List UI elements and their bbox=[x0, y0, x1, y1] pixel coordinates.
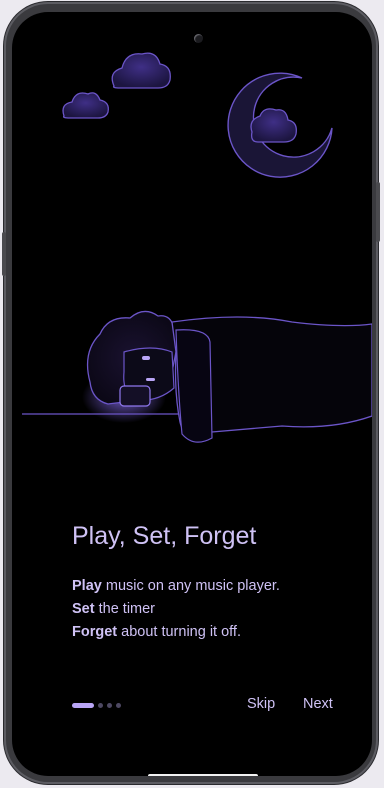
page-dot bbox=[107, 703, 112, 708]
skip-button[interactable]: Skip bbox=[247, 696, 275, 712]
onboarding-illustration bbox=[22, 52, 372, 443]
app-screen: Play, Set, Forget Play music on any musi… bbox=[12, 12, 372, 776]
description-line: Forget about turning it off. bbox=[72, 621, 280, 644]
page-title: Play, Set, Forget bbox=[72, 522, 257, 550]
description-line: Set the timer bbox=[72, 598, 280, 621]
description-text: music on any music player. bbox=[101, 578, 280, 594]
home-indicator[interactable] bbox=[148, 774, 258, 776]
page-dot bbox=[116, 703, 121, 708]
description-text: the timer bbox=[94, 601, 156, 617]
moon-icon bbox=[227, 72, 333, 178]
description: Play music on any music player. Set the … bbox=[72, 575, 280, 644]
cloud-icon bbox=[111, 52, 171, 89]
page-dot bbox=[98, 703, 103, 708]
description-line: Play music on any music player. bbox=[72, 575, 280, 598]
page-dot-active bbox=[72, 703, 94, 708]
keyword: Forget bbox=[72, 624, 118, 640]
next-button[interactable]: Next bbox=[303, 696, 333, 712]
keyword: Play bbox=[72, 578, 102, 594]
volume-button bbox=[2, 232, 6, 276]
keyword: Set bbox=[72, 601, 95, 617]
cloud-icon bbox=[62, 92, 109, 119]
power-button bbox=[376, 182, 380, 242]
description-text: about turning it off. bbox=[117, 624, 241, 640]
sleeping-person-icon bbox=[22, 310, 372, 443]
